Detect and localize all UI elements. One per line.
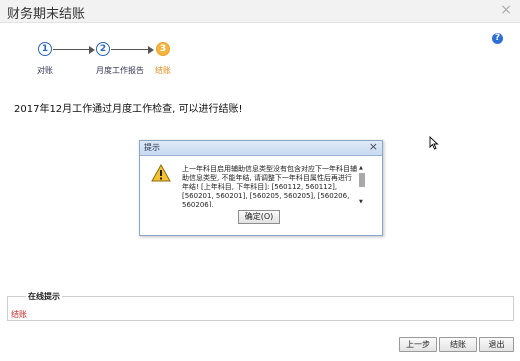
step-3-label: 结账 [155,66,171,75]
dialog-title: 提示 [144,143,160,152]
ok-button[interactable]: 确定(O) [238,210,280,224]
scroll-up-icon[interactable]: ▲ [359,165,363,171]
dialog-close-icon[interactable]: × [369,140,378,153]
title-bar: 财务期末结账 × [0,0,520,23]
help-icon[interactable]: ? [492,33,503,44]
close-books-button[interactable]: 结账 [439,337,477,352]
mouse-cursor-icon [429,136,439,150]
online-hint-label: 在线提示 [26,291,62,302]
step-arrow-2 [111,49,148,50]
scroll-down-icon[interactable]: ▼ [359,199,363,205]
warning-icon [151,164,171,182]
step-2-label: 月度工作报告 [96,66,144,75]
online-hint-panel: 在线提示 结账 [7,291,514,321]
dialog-scrollbar[interactable]: ▲ ▼ [358,165,367,207]
dialog-message: 上一年科目启用辅助信息类型没有包含对应下一年科目辅助信息类型, 不能年结, 请调… [182,165,357,207]
step-2-circle: 2 [96,42,110,56]
window-close-icon[interactable]: × [500,2,512,18]
step-1-label: 对账 [37,66,53,75]
previous-step-button[interactable]: 上一步 [399,337,437,352]
step-arrow-2-head [148,46,154,54]
online-hint-text: 结账 [11,310,27,319]
step-arrow-1-head [89,46,95,54]
window-title: 财务期末结账 [7,7,86,22]
step-arrow-1 [53,49,89,50]
prompt-dialog: 提示 × 上一年科目启用辅助信息类型没有包含对应下一年科目辅助信息类型, 不能年… [139,140,383,236]
scroll-thumb[interactable] [359,173,365,187]
step-3-circle: 3 [156,42,170,56]
dialog-header: 提示 × [140,140,382,156]
step-1-circle: 1 [38,42,52,56]
exit-button[interactable]: 退出 [479,337,514,352]
status-message: 2017年12月工作通过月度工作检查, 可以进行结账! [14,104,243,115]
